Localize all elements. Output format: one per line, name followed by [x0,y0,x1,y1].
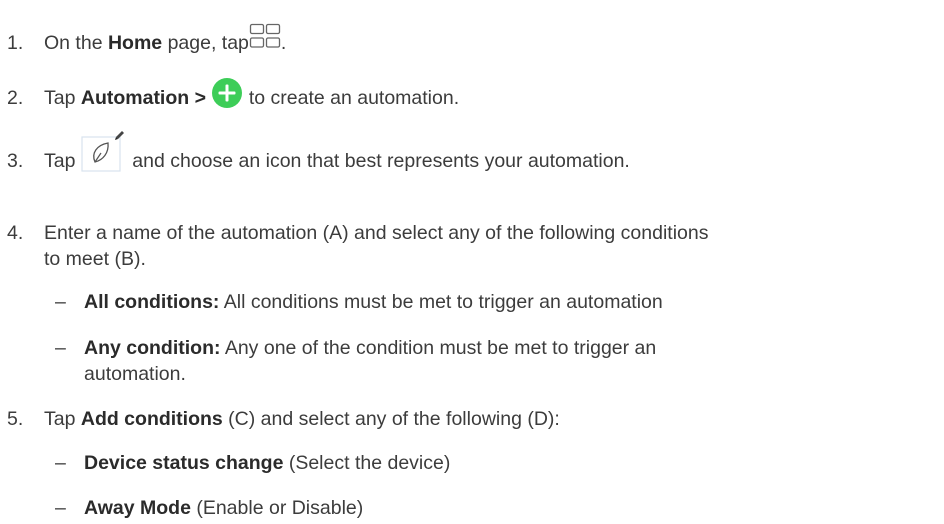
dash: – [55,452,66,474]
automation-label: Automation > [80,87,206,109]
step-number: 4. [7,222,24,244]
sub-item-text: All conditions: All conditions must be m… [84,291,663,313]
sub-item-text: Any condition: Any one of the condition … [84,337,657,359]
step-number: 3. [7,150,24,172]
step-number: 5. [7,408,24,430]
dash: – [55,337,66,359]
step-text: Tap Add conditions (C) and select any of… [44,408,560,430]
step-text: Tap and choose an icon that best represe… [44,130,630,174]
add-circle-icon [212,77,243,108]
step-text: Tap Automation > to create an automation… [44,77,459,111]
grid-icon [249,23,281,48]
dash: – [55,291,66,313]
step-text-line1: Enter a name of the automation (A) and s… [44,222,709,244]
step-text: On the Home page, tap . [44,23,286,56]
add-conditions-label: Add conditions [80,408,223,430]
sub-item-text: Away Mode (Enable or Disable) [84,497,364,519]
leaf-edit-icon [81,130,124,172]
sub-item-text: Device status change (Select the device) [84,452,451,474]
dash: – [55,497,66,519]
step-number: 1. [7,32,24,54]
step-number: 2. [7,87,24,109]
home-label: Home [107,32,163,54]
step-text-line2: to meet (B). [44,248,146,270]
